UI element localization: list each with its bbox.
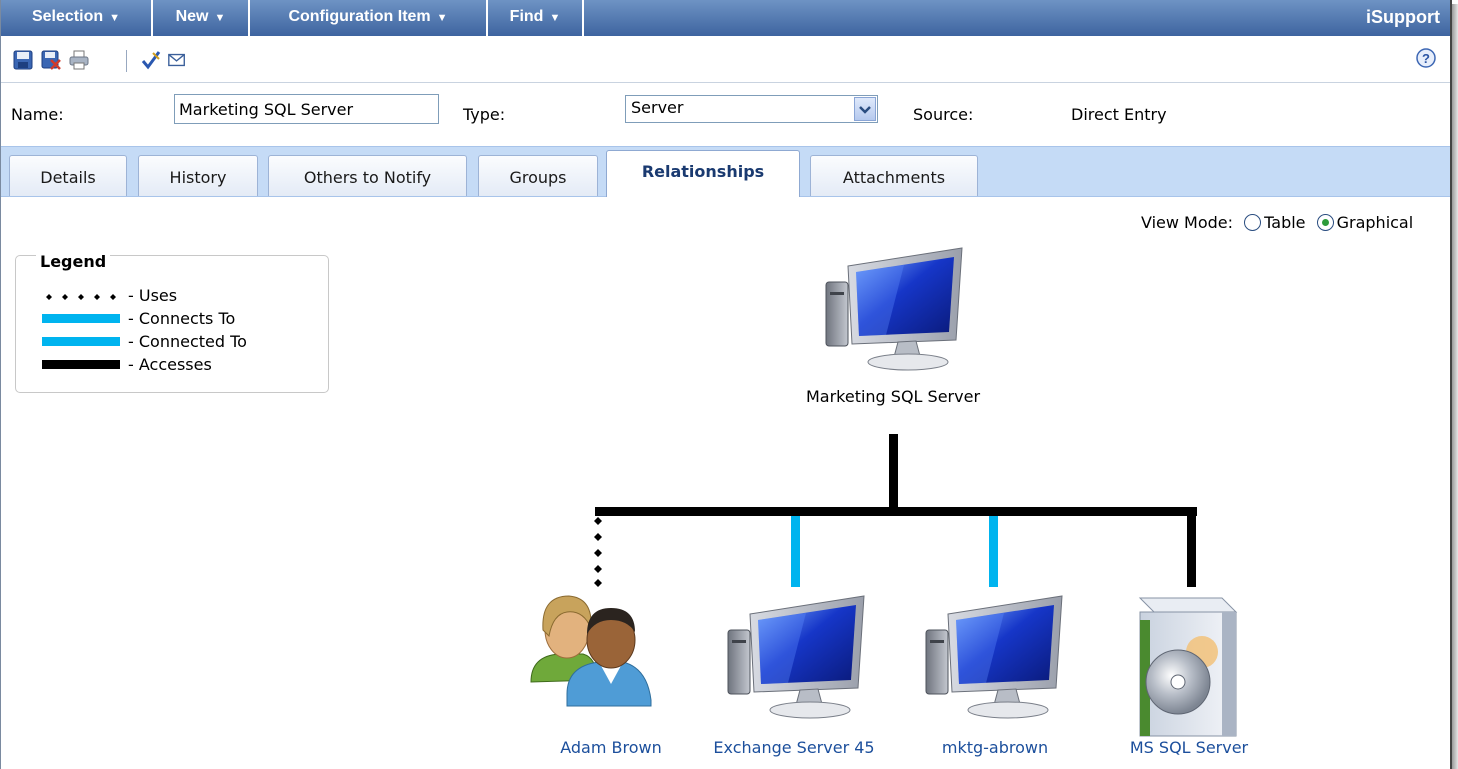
root-node-label: Marketing SQL Server	[805, 387, 981, 406]
connects-to-line	[791, 516, 800, 587]
relationship-diagram	[530, 247, 1238, 737]
computer-icon[interactable]	[825, 247, 963, 371]
connected-to-line	[989, 516, 998, 587]
node-label-adam-brown[interactable]: Adam Brown	[521, 738, 701, 757]
computer-icon[interactable]	[727, 595, 865, 719]
computer-icon[interactable]	[925, 595, 1063, 719]
software-box-icon[interactable]	[1138, 597, 1238, 737]
window: Selection ▼ New ▼ Configuration Item ▼ Find…	[0, 0, 1452, 769]
node-label-exchange-server-45[interactable]: Exchange Server 45	[701, 738, 887, 757]
window-shadow	[1452, 4, 1458, 769]
node-label-ms-sql-server[interactable]: MS SQL Server	[1089, 738, 1289, 757]
uses-dotted-line	[594, 517, 602, 587]
accesses-line	[1187, 516, 1196, 587]
root-connector-line	[889, 434, 898, 511]
node-label-mktg-abrown[interactable]: mktg-abrown	[907, 738, 1083, 757]
users-icon[interactable]	[530, 595, 652, 707]
horizontal-connector-line	[595, 507, 1197, 516]
